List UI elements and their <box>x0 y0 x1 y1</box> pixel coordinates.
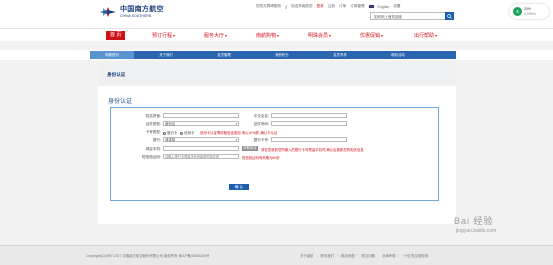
sms-label: 短信验证码: <box>142 155 161 159</box>
search-input[interactable]: 如何网上值机选座 <box>370 12 454 20</box>
footer-link-legal[interactable]: 法律声明 <box>382 253 396 258</box>
sub-nav-bar: 明珠首页 关于我们 会员管理 我的积分 会员专享 精彩活动 <box>90 51 456 59</box>
chevron-down-icon: ▾ <box>381 33 384 38</box>
surname-label: 姓名拼音: <box>145 114 161 118</box>
chevron-down-icon: ▾ <box>225 33 228 38</box>
main-nav: 首 页 预订行程▾ 服务大厅▾ 南航购物▾ 明珠会员▾ 优惠促销▾ 出行帮助▾ <box>0 28 553 41</box>
subtab-exclusive[interactable]: 会员专享 <box>316 51 364 59</box>
sms-input[interactable]: 请输入银行卡预留手机号接收的验证码 <box>163 154 239 159</box>
subtab-points[interactable]: 我的积分 <box>258 51 306 59</box>
cert-no-input[interactable] <box>271 121 347 126</box>
subtab-about[interactable]: 关于我们 <box>142 51 190 59</box>
topbar-sep: || <box>285 4 288 9</box>
watermark-text: Bai 经验 <box>454 216 494 226</box>
cert-no-label: 证件号码: <box>253 122 269 126</box>
chevron-down-icon: ▾ <box>435 33 438 38</box>
content-card: 身份认证 身份认证 姓名拼音: 中文全名: 证件类型: 身份证 ▾ 证件号码: 卡… <box>98 63 456 224</box>
subtab-manage[interactable]: 会员管理 <box>200 51 248 59</box>
footer-link-sitemap[interactable]: 网站地图 <box>341 253 355 258</box>
footer-links: 关于南航 | 联系我们 | 网站地图 | 常见问题 | 法律声明 | "十佳"航空服务商 <box>300 253 429 258</box>
bank-label: 银行: <box>152 138 161 142</box>
nav-booking[interactable]: 预订行程▾ <box>152 31 175 40</box>
welcome-text: 欢迎来南航您 <box>291 4 313 8</box>
nav-shopping[interactable]: 南航购物▾ <box>256 31 279 40</box>
search-button[interactable] <box>445 12 454 20</box>
subtab-events[interactable]: 精彩活动 <box>374 51 422 59</box>
sub-nav: 明珠首页 关于我们 会员管理 我的积分 会员专享 精彩活动 <box>0 50 553 60</box>
page: 中国南方航空 CHINA SOUTHERN 您的无障碍服务 || 欢迎来南航您 … <box>0 0 553 265</box>
nav-member[interactable]: 明珠会员▾ <box>308 31 331 40</box>
search-icon <box>447 13 452 19</box>
nav-member-label: 明珠会员 <box>308 33 329 39</box>
nav-promo-label: 优惠促销 <box>360 33 381 39</box>
copyright: Copyright(C)1997-2017 中国南方航空股份有限公司 版权所有 … <box>86 254 210 258</box>
logo-cn: 中国南方航空 <box>120 6 164 13</box>
cert-type-label: 证件类型: <box>145 122 161 126</box>
card-type-radios: 借记卡 信用卡 <box>163 130 194 135</box>
footer-link-about[interactable]: 关于南航 <box>300 253 314 258</box>
language-link[interactable]: English <box>378 5 390 9</box>
sms-note: 短信验证码有效期为60秒 <box>242 156 280 160</box>
footer-link-faq[interactable]: 常见问题 <box>361 253 375 258</box>
cn-name-label: 中文全名: <box>253 114 269 118</box>
search-placeholder: 如何网上值机选座 <box>374 14 402 19</box>
debit-radio[interactable] <box>163 131 166 135</box>
topbar: 您的无障碍服务 || 欢迎来南航您 登录 注册 订单 订单管理 English … <box>256 4 401 9</box>
subtab-member-home[interactable]: 明珠首页 <box>90 51 134 59</box>
get-code-button[interactable]: 获取验证码 <box>242 146 258 155</box>
order-manage-link[interactable]: 订单管理 <box>350 4 364 9</box>
card-type-note: 信用卡认证需收取验证费用 请以10%额, 确认卡认证 <box>200 131 278 135</box>
logo[interactable]: 中国南方航空 CHINA SOUTHERN <box>98 6 164 18</box>
nav-home-label: 首 页 <box>110 32 122 38</box>
cn-name-input[interactable] <box>271 113 347 118</box>
footer: Copyright(C)1997-2017 中国南方航空股份有限公司 版权所有 … <box>0 245 553 265</box>
phone-icon: ✆ <box>513 7 522 16</box>
bank-card-input[interactable] <box>271 137 347 142</box>
cert-type-value: 身份证 <box>165 122 176 126</box>
phone-input[interactable] <box>163 146 239 151</box>
nav-booking-label: 预订行程 <box>152 33 173 39</box>
watermark: Bai 经验 jingyan.baidu.com <box>424 206 544 244</box>
breadcrumb-label: 身份认证 <box>107 72 126 77</box>
footer-link-contact[interactable]: 联系我们 <box>320 253 334 258</box>
debit-label: 借记卡 <box>167 131 178 135</box>
logo-en: CHINA SOUTHERN <box>120 14 152 18</box>
accessibility-link[interactable]: 您的无障碍服务 <box>256 4 281 9</box>
uk-flag-icon <box>368 5 374 8</box>
watermark-sub: jingyan.baidu.com <box>456 228 497 234</box>
chevron-down-icon: ▾ <box>277 33 280 38</box>
nav-service[interactable]: 服务大厅▾ <box>204 31 227 40</box>
kapok-logo-icon <box>98 6 118 18</box>
register-link[interactable]: 注册 <box>328 4 335 9</box>
nav-help-label: 出行帮助 <box>414 33 435 39</box>
network-badge[interactable]: ✆ 20% 0.00K/s <box>509 4 549 19</box>
nav-shopping-label: 南航购物 <box>256 33 277 39</box>
nav-promo[interactable]: 优惠促销▾ <box>360 31 383 40</box>
settings-link[interactable]: 设置 <box>393 4 400 9</box>
identity-form: 姓名拼音: 中文全名: 证件类型: 身份证 ▾ 证件号码: 卡号类型: 借记卡 信… <box>110 107 439 201</box>
nav-home[interactable]: 首 页 <box>106 31 126 40</box>
breadcrumb: 身份认证 <box>98 63 456 86</box>
orders-link[interactable]: 订单 <box>339 4 346 9</box>
nav-help[interactable]: 出行帮助▾ <box>414 31 437 40</box>
section-title: 身份认证 <box>108 99 133 105</box>
chevron-down-icon: ▾ <box>329 33 332 38</box>
login-link[interactable]: 登录 <box>317 4 324 9</box>
bank-card-label: 银行卡号: <box>253 138 269 142</box>
bank-value: 请选择 <box>165 138 176 142</box>
chevron-down-icon: ▾ <box>173 33 176 38</box>
credit-label: 信用卡 <box>184 131 195 135</box>
nav-service-label: 服务大厅 <box>204 33 225 39</box>
phone-label: 绑定手机: <box>145 147 161 151</box>
credit-radio[interactable] <box>180 131 184 135</box>
footer-link-award[interactable]: "十佳"航空服务商 <box>402 253 428 258</box>
badge-subtitle: 0.00K/s <box>524 11 536 16</box>
confirm-button[interactable]: 确 认 <box>229 184 249 190</box>
phone-note: 请在您收到您所输入的银行卡号预留手机时,确认后更新您的相关信息 <box>261 148 364 152</box>
header: 中国南方航空 CHINA SOUTHERN 您的无障碍服务 || 欢迎来南航您 … <box>0 0 553 28</box>
card-type-label: 卡号类型: <box>145 130 161 134</box>
